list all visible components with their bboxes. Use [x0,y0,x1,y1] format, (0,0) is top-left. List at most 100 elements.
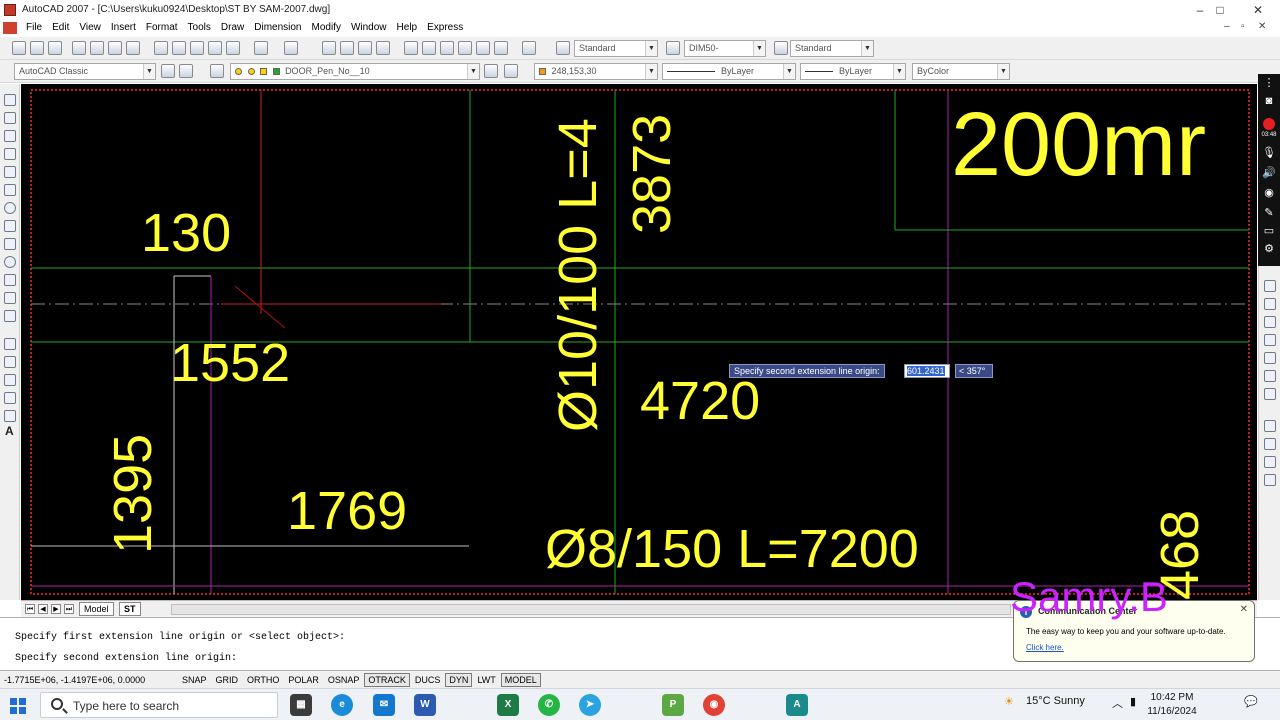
notifications-icon[interactable]: 💬 [1244,695,1258,708]
doc-close-button[interactable]: ✕ [1258,21,1266,32]
publish-icon[interactable] [108,41,122,55]
block-editor-icon[interactable] [226,41,240,55]
calculator-icon[interactable] [494,41,508,55]
redo-icon[interactable] [284,41,298,55]
first-tab-button[interactable]: ⏮ [25,604,35,614]
cut-icon[interactable] [154,41,168,55]
multiline-text-icon[interactable]: A [5,424,14,438]
send-back-icon[interactable] [1264,456,1276,468]
doc-restore-button[interactable]: ▫ [1241,21,1245,32]
line-icon[interactable] [4,94,16,106]
otrack-toggle[interactable]: OTRACK [364,672,410,687]
menu-window[interactable]: Window [346,22,392,33]
ortho-toggle[interactable]: ORTHO [243,673,283,687]
menu-modify[interactable]: Modify [307,22,346,33]
screen-icon[interactable]: ▭ [1262,224,1276,238]
command-prompt-line[interactable]: Specify second extension line origin: [15,653,237,664]
pan-icon[interactable] [322,41,336,55]
autocad-taskbar-icon[interactable]: A [786,694,808,716]
polyline-icon[interactable] [4,130,16,142]
tab-st[interactable]: ST [119,602,141,616]
last-tab-button[interactable]: ⏭ [64,604,74,614]
hatch-icon[interactable] [4,356,16,368]
polygon-icon[interactable] [4,148,16,160]
menu-help[interactable]: Help [392,22,423,33]
brush-icon[interactable]: ✎ [1262,206,1276,220]
plotstyle-select[interactable]: ByColor ▼ [912,63,1010,80]
color-select[interactable]: 248,153,30 ▼ [534,63,658,80]
workspace-settings-icon[interactable] [161,64,175,78]
edge-icon[interactable]: e [331,694,353,716]
arc-icon[interactable] [4,184,16,196]
menu-insert[interactable]: Insert [106,22,141,33]
help-icon[interactable] [522,41,536,55]
menu-format[interactable]: Format [141,22,183,33]
plot-icon[interactable] [72,41,86,55]
chrome-icon[interactable]: ◉ [703,694,725,716]
spline-icon[interactable] [4,238,16,250]
menu-edit[interactable]: Edit [47,22,74,33]
point-icon[interactable] [4,338,16,350]
make-current-layer-icon[interactable] [484,64,498,78]
extend-icon[interactable] [1264,298,1276,310]
zoom-realtime-icon[interactable] [340,41,354,55]
rectangle-icon[interactable] [4,166,16,178]
menu-dimension[interactable]: Dimension [249,22,306,33]
taskbar-clock[interactable]: 10:42 PM 11/16/2024 [1142,691,1202,719]
markup-icon[interactable] [476,41,490,55]
ellipse-icon[interactable] [4,256,16,268]
linetype-select[interactable]: ByLayer ▼ [662,63,796,80]
balloon-close-button[interactable]: ✕ [1240,604,1248,615]
taskbar-search-box[interactable]: Type here to search [40,692,278,718]
lwt-toggle[interactable]: LWT [473,673,499,687]
weather-text[interactable]: 15°C Sunny [1026,695,1085,707]
design-center-icon[interactable] [422,41,436,55]
undo-icon[interactable] [254,41,268,55]
plot-preview-icon[interactable] [90,41,104,55]
open-file-icon[interactable] [30,41,44,55]
dynamic-input-angle[interactable]: < 357° [955,364,993,378]
tab-model[interactable]: Model [79,602,114,616]
new-file-icon[interactable] [12,41,26,55]
menu-view[interactable]: View [74,22,106,33]
table-icon[interactable] [4,410,16,422]
circle-icon[interactable] [4,202,16,214]
maximize-button[interactable]: □ [1200,0,1240,19]
chamfer-icon[interactable] [1264,352,1276,364]
doc-minimize-button[interactable]: – [1224,21,1230,32]
recorder-dots-icon[interactable]: ⋮ [1262,76,1276,90]
bring-forward-icon[interactable] [1264,438,1276,450]
insert-block-icon[interactable] [4,292,16,304]
weather-icon[interactable]: ☀ [1004,695,1014,708]
layer-previous-icon[interactable] [504,64,518,78]
fillet-icon[interactable] [1264,370,1276,382]
dwf-icon[interactable] [126,41,140,55]
microphone-icon[interactable]: 🎙 [1262,146,1276,160]
next-tab-button[interactable]: ▶ [51,604,61,614]
speaker-icon[interactable]: 🔊 [1262,166,1276,180]
recorder-settings-icon[interactable]: ⚙ [1262,242,1276,256]
menu-tools[interactable]: Tools [183,22,216,33]
bring-above-icon[interactable] [1264,474,1276,486]
region-icon[interactable] [4,392,16,404]
coordinate-readout[interactable]: -1.7715E+06, -1.4197E+06, 0.0000 [0,675,178,685]
tool-palettes-icon[interactable] [440,41,454,55]
ducs-toggle[interactable]: DUCS [411,673,445,687]
layer-select[interactable]: DOOR_Pen_No__10 ▼ [230,63,480,80]
windows-start-icon[interactable] [10,698,26,714]
save-icon[interactable] [48,41,62,55]
zoom-previous-icon[interactable] [376,41,390,55]
balloon-link[interactable]: Click here. [1026,643,1064,652]
properties-icon[interactable] [404,41,418,55]
grid-toggle[interactable]: GRID [212,673,243,687]
match-properties-icon[interactable] [208,41,222,55]
draw-order-icon[interactable] [1264,420,1276,432]
paste-icon[interactable] [190,41,204,55]
drawing-area[interactable]: 130 1552 1395 1769 Ø10/100 L=4 3873 4720… [21,84,1257,600]
menu-file[interactable]: File [21,22,47,33]
paint-icon[interactable]: P [662,694,684,716]
excel-icon[interactable]: X [497,694,519,716]
zoom-window-icon[interactable] [358,41,372,55]
task-view-icon[interactable]: ▦ [290,694,312,716]
workspace-select[interactable]: AutoCAD Classic ▼ [14,63,156,80]
